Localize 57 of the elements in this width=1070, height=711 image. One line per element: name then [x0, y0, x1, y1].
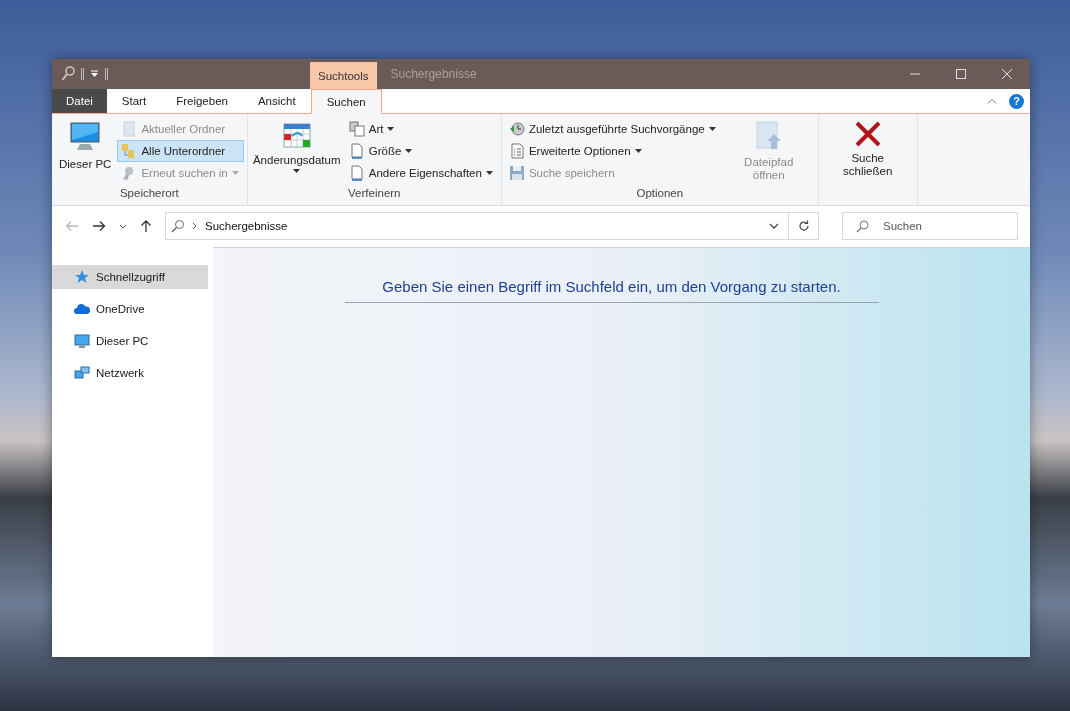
window-title: Suchergebnisse — [389, 66, 477, 83]
help-button[interactable]: ? — [1009, 93, 1024, 109]
empty-search-message: Geben Sie einen Begriff im Suchfeld ein, um den Vorgang zu starten. — [382, 278, 841, 295]
nav-item[interactable]: OneDrive — [52, 297, 212, 321]
refresh-icon[interactable] — [798, 220, 810, 232]
ribbon-group-label: Verfeinern — [348, 187, 401, 201]
document-icon — [348, 143, 365, 159]
nav-item[interactable]: Schnellzugriff — [52, 265, 208, 289]
address-path: Suchergebnisse — [205, 220, 288, 232]
caret-icon — [405, 149, 413, 153]
context-tab-label: Suchtools — [310, 62, 377, 89]
caret-icon — [634, 149, 642, 153]
maximize-icon[interactable] — [955, 68, 967, 80]
ribbon-group-label: Speicherort — [119, 187, 179, 201]
caret-icon — [231, 171, 239, 175]
nav-item[interactable]: Netzwerk — [52, 361, 212, 385]
ribbon-large-button[interactable]: Dieser PC — [55, 117, 116, 187]
ribbon-small-button[interactable]: Art — [344, 118, 498, 140]
document-icon — [348, 165, 365, 181]
customize-dropdown-icon[interactable] — [90, 70, 99, 78]
ribbon-small-button[interactable]: Alle Unterordner — [117, 140, 244, 162]
page-icon — [121, 121, 138, 137]
nav-item[interactable]: Dieser PC — [52, 329, 212, 353]
search-icon[interactable] — [61, 66, 75, 82]
cloud-icon — [74, 301, 90, 317]
ribbon-large-button[interactable]: Änderungsdatum — [250, 117, 343, 187]
document-up-arrow-icon — [753, 120, 784, 152]
caret-icon — [708, 127, 716, 131]
address-dropdown-icon[interactable] — [769, 223, 779, 229]
list-document-icon — [508, 143, 525, 159]
monitor-icon — [74, 333, 90, 349]
caret-icon — [293, 169, 301, 173]
address-field[interactable]: Suchergebnisse — [165, 212, 819, 240]
ribbon-group-label: Optionen — [636, 187, 684, 201]
search-field[interactable]: Suchen — [842, 212, 1018, 240]
close-icon[interactable] — [1001, 68, 1013, 80]
save-icon — [508, 165, 525, 181]
chevron-icon — [192, 222, 198, 230]
ribbon-large-button[interactable]: Suche schließen — [821, 117, 914, 187]
ribbon-small-button[interactable]: Zuletzt ausgeführte Suchvorgänge — [504, 118, 721, 140]
documents-icon — [348, 121, 365, 137]
calendar-icon — [281, 120, 312, 150]
search-icon — [171, 219, 185, 233]
ribbon-small-button[interactable]: Andere Eigenschaften — [344, 162, 498, 184]
star-icon — [74, 269, 90, 285]
up-arrow-icon[interactable] — [140, 219, 152, 233]
caret-icon — [485, 171, 493, 175]
ribbon-tab[interactable]: Datei — [52, 89, 107, 113]
caret-icon — [387, 127, 395, 131]
ribbon-tab[interactable]: Suchen — [310, 89, 382, 114]
close-search-icon — [853, 120, 882, 148]
ribbon-small-button[interactable]: Erweiterte Optionen — [504, 140, 721, 162]
recent-dropdown-icon[interactable] — [119, 223, 127, 229]
forward-arrow-icon[interactable] — [92, 220, 106, 232]
ribbon-small-button[interactable]: Größe — [344, 140, 498, 162]
network-icon — [74, 365, 90, 381]
clock-icon — [508, 121, 525, 137]
